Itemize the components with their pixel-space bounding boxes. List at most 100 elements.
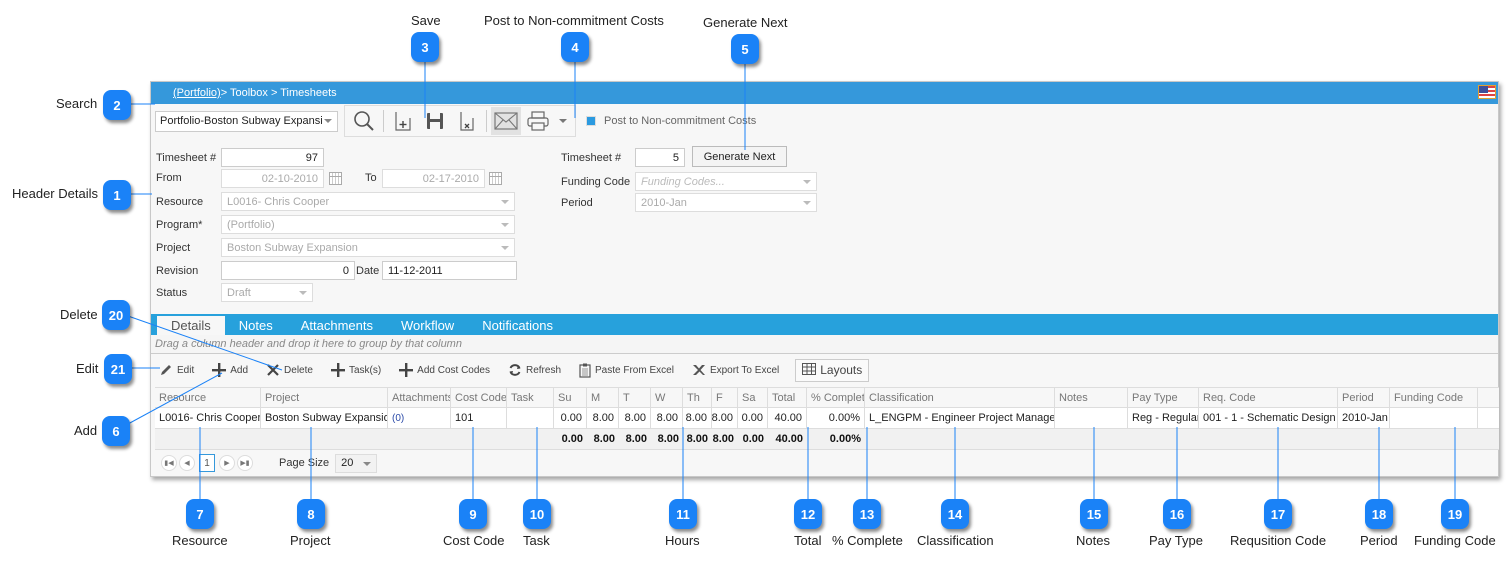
next-page-button[interactable]: ▶ [219, 455, 235, 471]
first-page-button[interactable]: ▮◀ [161, 455, 177, 471]
tab-notifications[interactable]: Notifications [468, 316, 567, 335]
column-header-classification[interactable]: Classification [865, 388, 1055, 407]
total-notes [1055, 429, 1128, 449]
cell-w[interactable]: 8.00 [651, 408, 683, 428]
chevron-down-icon [501, 200, 509, 204]
callout-2: 2 [103, 90, 131, 120]
column-header-percent-complete[interactable]: % Complet [807, 388, 865, 407]
column-header-t[interactable]: T [619, 388, 651, 407]
attachments-link[interactable]: (0) [392, 413, 404, 424]
column-header-su[interactable]: Su [554, 388, 587, 407]
cell-task[interactable] [507, 408, 554, 428]
funding-code-select[interactable]: Funding Codes... [635, 172, 817, 191]
save-button[interactable] [420, 107, 450, 135]
grid-toolbar: Edit Add Delete Task(s) Add Cost Codes R… [151, 354, 1498, 386]
from-date-field[interactable]: 02-10-2010 [221, 169, 324, 188]
cell-period[interactable]: 2010-Jan [1338, 408, 1390, 428]
delete-document-button[interactable] [452, 107, 482, 135]
cell-resource[interactable]: L0016- Chris Cooper [155, 408, 261, 428]
paste-from-excel-label: Paste From Excel [595, 364, 674, 376]
print-options-dropdown[interactable] [555, 107, 571, 135]
column-header-pay-type[interactable]: Pay Type [1128, 388, 1199, 407]
revision-field[interactable]: 0 [221, 261, 355, 280]
layouts-button[interactable]: Layouts [795, 358, 870, 382]
clipboard-icon [579, 363, 591, 378]
email-button[interactable] [491, 107, 521, 135]
column-header-attachments[interactable]: Attachments [388, 388, 451, 407]
page-size-value: 20 [341, 457, 354, 469]
refresh-button[interactable]: Refresh [508, 363, 561, 377]
group-by-drop-area[interactable]: Drag a column header and drop it here to… [151, 335, 1498, 354]
calendar-icon[interactable] [489, 172, 502, 185]
cell-req-code[interactable]: 001 - 1 - Schematic Design [1199, 408, 1338, 428]
cell-funding-code[interactable] [1390, 408, 1478, 428]
post-non-commitment-checkbox[interactable] [586, 116, 596, 126]
to-date-field[interactable]: 02-17-2010 [382, 169, 485, 188]
page-size-select[interactable]: 20 [335, 453, 378, 473]
edit-button[interactable]: Edit [159, 363, 194, 377]
program-label: Program* [156, 219, 203, 231]
cell-th[interactable]: 8.00 [683, 408, 712, 428]
cell-cost-code[interactable]: 101 [451, 408, 507, 428]
breadcrumb-portfolio-link[interactable]: (Portfolio) [173, 87, 221, 99]
portfolio-select[interactable]: Portfolio-Boston Subway Expansi [155, 110, 338, 132]
callout-8: 8 [297, 499, 325, 529]
resource-select[interactable]: L0016- Chris Cooper [221, 192, 515, 211]
cell-m[interactable]: 8.00 [587, 408, 619, 428]
cell-notes[interactable] [1055, 408, 1128, 428]
last-page-button[interactable]: ▶▮ [237, 455, 253, 471]
column-header-notes[interactable]: Notes [1055, 388, 1128, 407]
cell-t[interactable]: 8.00 [619, 408, 651, 428]
column-header-req-code[interactable]: Req. Code [1199, 388, 1338, 407]
cell-f[interactable]: 8.00 [712, 408, 738, 428]
column-header-task[interactable]: Task [507, 388, 554, 407]
column-header-total[interactable]: Total [768, 388, 807, 407]
status-select[interactable]: Draft [221, 283, 313, 302]
search-button[interactable] [349, 107, 379, 135]
generate-next-button[interactable]: Generate Next [692, 146, 787, 167]
cell-percent-complete[interactable]: 0.00% [807, 408, 865, 428]
add-tasks-button[interactable]: Task(s) [330, 363, 381, 377]
tab-workflow[interactable]: Workflow [387, 316, 468, 335]
cell-classification[interactable]: L_ENGPM - Engineer Project Manager [865, 408, 1055, 428]
timesheet-number-field[interactable]: 97 [221, 148, 324, 167]
add-button[interactable]: Add [212, 363, 248, 377]
tab-attachments[interactable]: Attachments [287, 316, 387, 335]
calendar-icon[interactable] [329, 172, 342, 185]
delete-button[interactable]: Delete [266, 363, 313, 377]
column-header-m[interactable]: M [587, 388, 619, 407]
period-select[interactable]: 2010-Jan [635, 193, 817, 212]
tab-notes[interactable]: Notes [225, 316, 287, 335]
cell-pay-type[interactable]: Reg - Regular [1128, 408, 1199, 428]
column-header-period[interactable]: Period [1338, 388, 1390, 407]
paste-from-excel-button[interactable]: Paste From Excel [579, 363, 674, 378]
print-button[interactable] [523, 107, 553, 135]
cell-project[interactable]: Boston Subway Expansion [261, 408, 388, 428]
column-header-resource[interactable]: Resource [155, 388, 261, 407]
column-header-sa[interactable]: Sa [738, 388, 768, 407]
us-flag-icon[interactable] [1478, 85, 1496, 99]
date-field[interactable]: 11-12-2011 [382, 261, 517, 280]
column-header-funding-code[interactable]: Funding Code [1390, 388, 1478, 407]
column-header-w[interactable]: W [651, 388, 683, 407]
cell-sa[interactable]: 0.00 [738, 408, 768, 428]
resource-label: Resource [156, 196, 204, 208]
cell-su[interactable]: 0.00 [554, 408, 587, 428]
column-header-f[interactable]: F [712, 388, 738, 407]
export-to-excel-button[interactable]: Export To Excel [692, 364, 779, 376]
previous-page-button[interactable]: ◀ [179, 455, 195, 471]
program-select[interactable]: (Portfolio) [221, 215, 515, 234]
new-button[interactable] [388, 107, 418, 135]
timesheet-number-2-field[interactable]: 5 [635, 148, 685, 167]
table-row[interactable]: L0016- Chris Cooper Boston Subway Expansi… [155, 408, 1499, 429]
cell-total[interactable]: 40.00 [768, 408, 807, 428]
column-header-cost-code[interactable]: Cost Code [451, 388, 507, 407]
main-toolbar: Portfolio-Boston Subway Expansi Post to … [151, 104, 1498, 138]
current-page[interactable]: 1 [199, 454, 215, 472]
column-header-project[interactable]: Project [261, 388, 388, 407]
callout-8-label: Project [290, 533, 331, 548]
column-header-th[interactable]: Th [683, 388, 712, 407]
tab-details[interactable]: Details [157, 316, 225, 335]
add-cost-codes-button[interactable]: Add Cost Codes [399, 363, 490, 377]
project-select[interactable]: Boston Subway Expansion [221, 238, 515, 257]
